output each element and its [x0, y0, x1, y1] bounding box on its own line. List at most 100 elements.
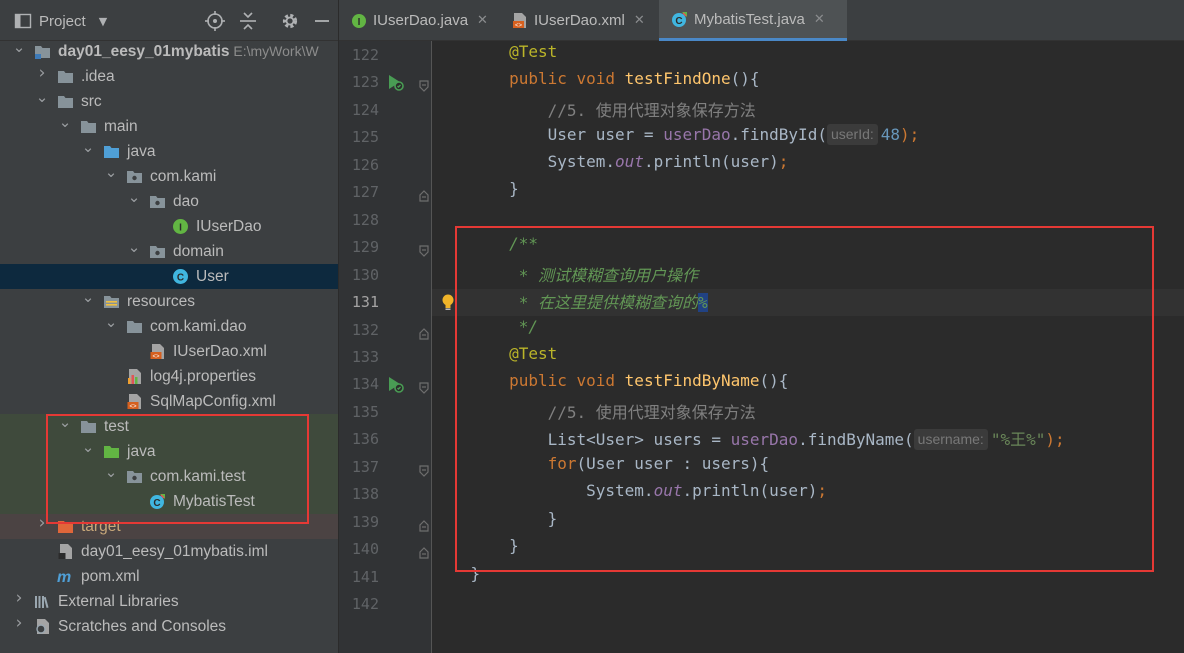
fold-end-icon[interactable] — [419, 517, 429, 532]
close-icon[interactable]: ✕ — [814, 12, 825, 27]
line-number[interactable]: 135 — [343, 399, 379, 426]
chevron-down-icon[interactable]: ⌄ — [80, 139, 96, 155]
line-number[interactable]: 129 — [343, 234, 379, 261]
editor-tab-bar: I IUserDao.java ✕ <> IUserDao.xml ✕ C My… — [339, 0, 1184, 41]
line-number[interactable]: 123 — [343, 69, 379, 96]
code-line[interactable] — [432, 591, 1184, 618]
line-number[interactable]: 140 — [343, 536, 379, 563]
fold-end-icon[interactable] — [419, 544, 429, 559]
close-icon[interactable]: ✕ — [477, 13, 488, 28]
tree-item-text: User — [196, 268, 229, 285]
chevron-right-icon[interactable]: › — [11, 615, 27, 632]
tree-item-user[interactable]: C User — [0, 264, 338, 289]
tree-item-label: pom.xml — [81, 566, 140, 587]
line-number[interactable]: 138 — [343, 481, 379, 508]
fold-start-icon[interactable] — [419, 379, 429, 395]
tree-item-pom-xml[interactable]: m pom.xml — [0, 564, 338, 589]
line-number[interactable]: 139 — [343, 509, 379, 536]
fold-start-icon[interactable] — [419, 242, 429, 257]
line-number[interactable]: 127 — [343, 179, 379, 206]
line-number[interactable]: 124 — [343, 97, 379, 124]
fold-start-icon[interactable] — [419, 77, 429, 93]
tree-item-label: User — [196, 266, 229, 287]
code-line[interactable]: } — [432, 179, 1184, 206]
tree-item-text: main — [104, 118, 138, 135]
chevron-down-icon[interactable]: ⌄ — [11, 39, 27, 55]
code-line[interactable]: User user = userDao.findById(userId: 48); — [432, 124, 1184, 151]
chevron-down-icon[interactable]: ⌄ — [57, 114, 73, 130]
tree-item-domain[interactable]: ⌄ domain — [0, 239, 338, 264]
tree-item-label: day01_eesy_01mybatis E:\myWork\W — [58, 41, 319, 62]
code-token: userDao — [663, 125, 731, 145]
project-view-selector[interactable]: Project ▼ — [14, 10, 107, 32]
chevron-right-icon[interactable]: › — [34, 65, 50, 82]
tree-item-text: pom.xml — [81, 568, 140, 585]
intention-bulb-icon[interactable] — [440, 293, 456, 311]
line-number[interactable]: 141 — [343, 564, 379, 591]
tree-item-idea[interactable]: › .idea — [0, 64, 338, 89]
tree-item-java[interactable]: ⌄ java — [0, 139, 338, 164]
tree-item-text: com.kami — [150, 168, 217, 185]
iml-file-icon — [57, 543, 74, 560]
run-test-icon[interactable] — [386, 73, 404, 92]
code-line[interactable]: public void testFindOne(){ — [432, 69, 1184, 96]
line-number[interactable]: 134 — [343, 371, 379, 398]
line-number[interactable]: 126 — [343, 152, 379, 179]
resources-folder-icon — [103, 293, 120, 310]
tree-item-text: domain — [173, 243, 224, 260]
fold-start-icon[interactable] — [419, 462, 429, 477]
tab-iuserdao-java[interactable]: I IUserDao.java ✕ — [339, 0, 500, 41]
close-icon[interactable]: ✕ — [634, 13, 645, 28]
tree-item-day01-eesy-01mybatis[interactable]: ⌄ day01_eesy_01mybatis E:\myWork\W — [0, 39, 338, 64]
line-number[interactable]: 122 — [343, 42, 379, 69]
tab-iuserdao-xml[interactable]: <> IUserDao.xml ✕ — [500, 0, 658, 41]
gear-icon[interactable] — [279, 10, 301, 32]
package-icon — [149, 243, 166, 260]
svg-text:<>: <> — [515, 23, 523, 29]
tree-item-day01-eesy-01mybatis-iml[interactable]: day01_eesy_01mybatis.iml — [0, 539, 338, 564]
chevron-down-icon[interactable]: ⌄ — [126, 189, 142, 205]
chevron-down-icon[interactable]: ⌄ — [103, 164, 119, 180]
code-token: System. — [470, 151, 616, 171]
tree-item-external-libraries[interactable]: › External Libraries — [0, 589, 338, 614]
tree-item-iuserdao-xml[interactable]: <> IUserDao.xml — [0, 339, 338, 364]
line-number[interactable]: 136 — [343, 426, 379, 453]
run-test-icon[interactable] — [386, 375, 404, 394]
chevron-down-icon[interactable]: ⌄ — [34, 89, 50, 105]
tree-item-resources[interactable]: ⌄ resources — [0, 289, 338, 314]
fold-end-icon[interactable] — [419, 187, 429, 202]
tab-mybatistest-java[interactable]: C MybatisTest.java ✕ — [659, 0, 847, 41]
line-number[interactable]: 142 — [343, 591, 379, 618]
chevron-down-icon[interactable]: ⌄ — [126, 239, 142, 255]
line-number[interactable]: 133 — [343, 344, 379, 371]
tree-item-iuserdao[interactable]: I IUserDao — [0, 214, 338, 239]
code-line[interactable]: @Test — [432, 42, 1184, 69]
line-number[interactable]: 130 — [343, 262, 379, 289]
line-number[interactable]: 137 — [343, 454, 379, 481]
chevron-right-icon[interactable]: › — [11, 590, 27, 607]
tree-item-com-kami-dao[interactable]: ⌄ com.kami.dao — [0, 314, 338, 339]
parameter-hint: userId: — [826, 124, 878, 146]
chevron-down-icon[interactable]: ⌄ — [80, 289, 96, 305]
chevron-down-icon[interactable]: ⌄ — [103, 314, 119, 330]
code-line[interactable]: //5. 使用代理对象保存方法 — [432, 97, 1184, 124]
tree-item-log4j-properties[interactable]: log4j.properties — [0, 364, 338, 389]
line-number[interactable]: 132 — [343, 317, 379, 344]
tree-item-sqlmapconfig-xml[interactable]: <> SqlMapConfig.xml — [0, 389, 338, 414]
code-token: (){ — [730, 69, 760, 89]
tree-item-src[interactable]: ⌄ src — [0, 89, 338, 114]
line-number[interactable]: 128 — [343, 207, 379, 234]
tree-item-text: External Libraries — [58, 593, 179, 610]
locate-crosshair-icon[interactable] — [204, 10, 226, 32]
tree-item-main[interactable]: ⌄ main — [0, 114, 338, 139]
fold-end-icon[interactable] — [419, 325, 429, 340]
line-number[interactable]: 131 — [343, 289, 379, 316]
minimize-icon[interactable] — [311, 10, 333, 32]
tree-item-com-kami[interactable]: ⌄ com.kami — [0, 164, 338, 189]
code-line[interactable]: System.out.println(user); — [432, 152, 1184, 179]
line-number[interactable]: 125 — [343, 124, 379, 151]
tree-item-scratches-and-consoles[interactable]: › Scratches and Consoles — [0, 614, 338, 639]
collapse-all-icon[interactable] — [237, 10, 259, 32]
tree-item-dao[interactable]: ⌄ dao — [0, 189, 338, 214]
